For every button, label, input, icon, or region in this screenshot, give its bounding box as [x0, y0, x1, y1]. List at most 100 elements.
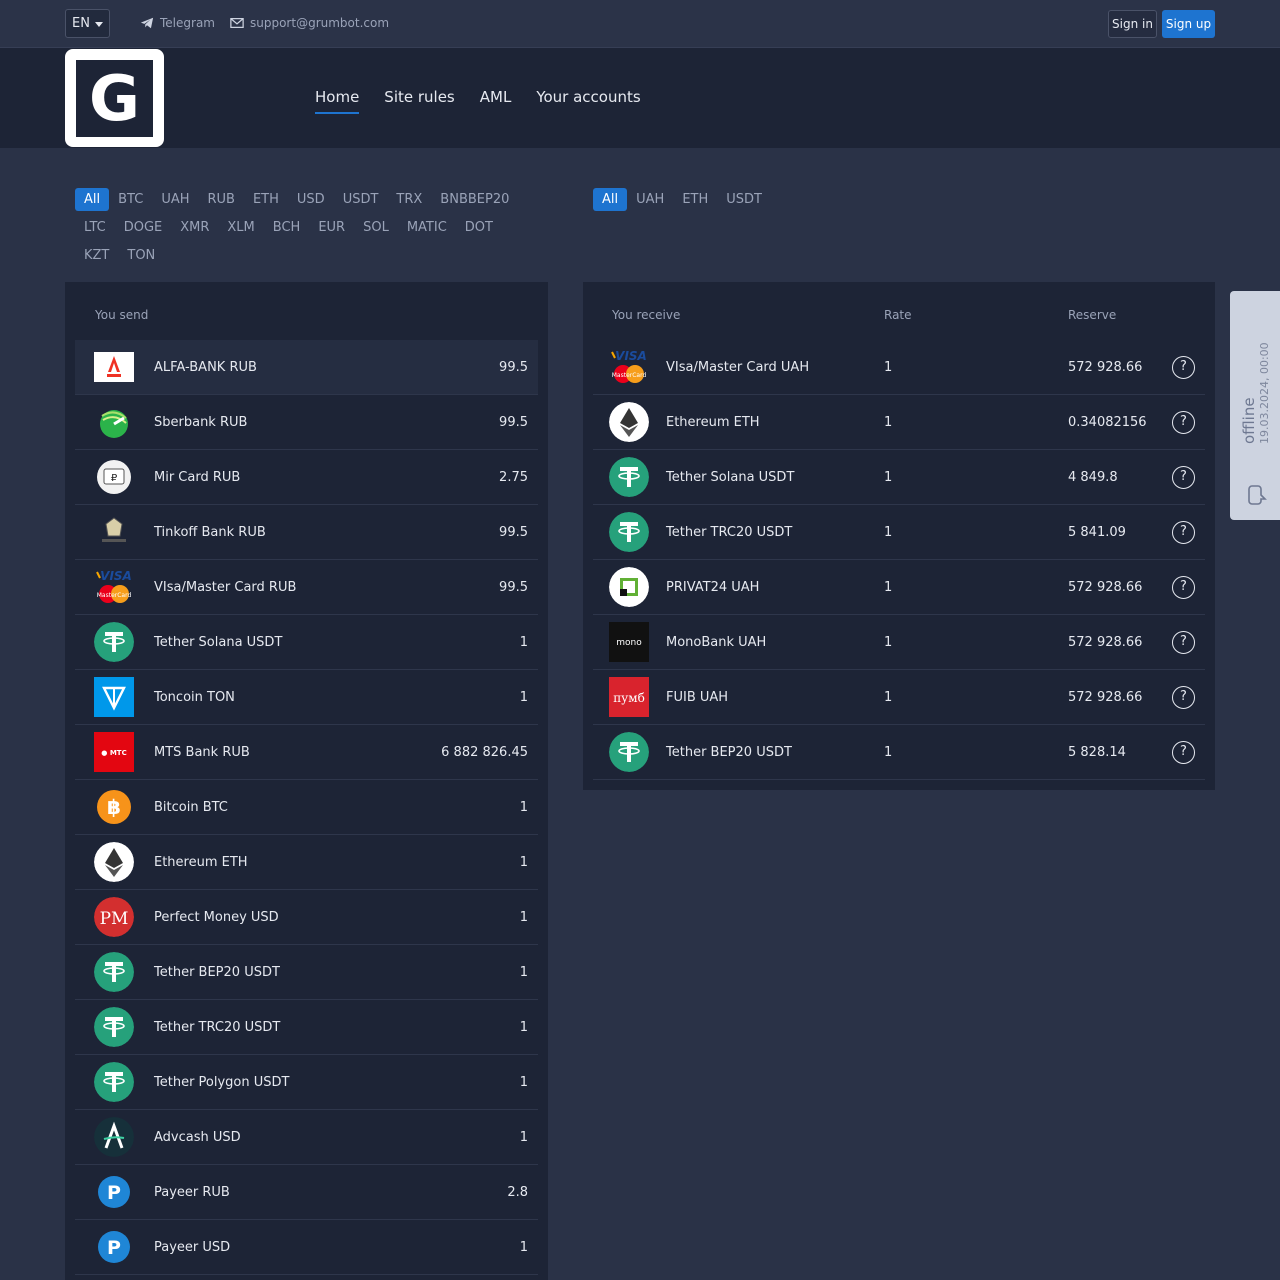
- help-icon[interactable]: ?: [1172, 741, 1195, 764]
- send-row-value: 99.5: [499, 414, 528, 430]
- chevron-down-icon: [95, 22, 103, 27]
- send-filter-uah[interactable]: UAH: [152, 188, 198, 211]
- receive-filter-all[interactable]: All: [593, 188, 628, 211]
- send-filter-all[interactable]: All: [75, 188, 110, 211]
- send-filter-usdt[interactable]: USDT: [334, 188, 388, 211]
- send-row[interactable]: ฿ Bitcoin BTC 1: [75, 780, 538, 835]
- send-row[interactable]: Tether TRC20 USDT 1: [75, 1000, 538, 1055]
- send-row[interactable]: VISA MasterCard VIsa/Master Card RUB 99.5: [75, 560, 538, 615]
- help-icon[interactable]: ?: [1172, 576, 1195, 599]
- send-filter-xmr[interactable]: XMR: [171, 216, 218, 239]
- send-filter-sol[interactable]: SOL: [354, 216, 398, 239]
- sign-up-button[interactable]: Sign up: [1162, 10, 1215, 38]
- receive-row[interactable]: пумб FUIB UAH 1 572 928.66?: [593, 670, 1205, 725]
- nav-home[interactable]: Home: [315, 88, 360, 114]
- send-row[interactable]: P Payeer USD 1: [75, 1220, 538, 1275]
- receive-row-rate: 1: [884, 469, 893, 485]
- help-icon[interactable]: ?: [1172, 466, 1195, 489]
- visa-mastercard-icon: VISA MasterCard: [94, 567, 134, 607]
- send-row[interactable]: Toncoin TON 1: [75, 670, 538, 725]
- receive-row[interactable]: Tether Solana USDT 1 4 849.8?: [593, 450, 1205, 505]
- help-icon[interactable]: ?: [1172, 356, 1195, 379]
- privat24-icon: [609, 567, 649, 607]
- receive-row[interactable]: Tether BEP20 USDT 1 5 828.14?: [593, 725, 1205, 780]
- send-row[interactable]: Ethereum ETH 1: [75, 835, 538, 890]
- send-row[interactable]: ₽ Mir Card RUB 2.75: [75, 450, 538, 505]
- send-filter-doge[interactable]: DOGE: [115, 216, 172, 239]
- svg-text:пумб: пумб: [613, 691, 645, 705]
- send-filter-kzt[interactable]: KZT: [75, 244, 118, 267]
- send-filter-xlm[interactable]: XLM: [218, 216, 263, 239]
- reserve-header: Reserve: [1068, 308, 1117, 322]
- receive-row-rate: 1: [884, 634, 893, 650]
- send-filter-bch[interactable]: BCH: [264, 216, 310, 239]
- receive-row-rate: 1: [884, 414, 893, 430]
- chat-text: offline 19.03.2024, 00:00: [1205, 342, 1280, 444]
- nav-site-rules[interactable]: Site rules: [384, 88, 454, 114]
- send-filter-ton[interactable]: TON: [118, 244, 164, 267]
- receive-row-name: Ethereum ETH: [666, 414, 760, 430]
- send-row[interactable]: ● MTC MTS Bank RUB 6 882 826.45: [75, 725, 538, 780]
- telegram-link[interactable]: Telegram: [140, 16, 215, 30]
- send-row-name: Mir Card RUB: [154, 469, 241, 485]
- send-row[interactable]: PM Perfect Money USD 1: [75, 890, 538, 945]
- send-filter-btc[interactable]: BTC: [109, 188, 152, 211]
- send-filter-trx[interactable]: TRX: [387, 188, 431, 211]
- send-row-value: 99.5: [499, 524, 528, 540]
- receive-row[interactable]: PRIVAT24 UAH 1 572 928.66?: [593, 560, 1205, 615]
- chat-status: offline: [1239, 397, 1258, 444]
- language-select[interactable]: EN: [65, 9, 110, 38]
- send-filter-usd[interactable]: USD: [288, 188, 334, 211]
- receive-row[interactable]: Tether TRC20 USDT 1 5 841.09?: [593, 505, 1205, 560]
- send-row[interactable]: Advcash USD 1: [75, 1110, 538, 1165]
- receive-row-name: Tether TRC20 USDT: [666, 524, 793, 540]
- ethereum-icon: [94, 842, 134, 882]
- svg-text:PM: PM: [100, 909, 129, 929]
- svg-text:MasterCard: MasterCard: [97, 592, 132, 599]
- receive-row[interactable]: Ethereum ETH 1 0.34082156?: [593, 395, 1205, 450]
- receive-row-reserve: 5 828.14: [1068, 744, 1126, 760]
- send-row[interactable]: Tether Polygon USDT 1: [75, 1055, 538, 1110]
- receive-row[interactable]: mono MonoBank UAH 1 572 928.66?: [593, 615, 1205, 670]
- send-filter-bnbbep20[interactable]: BNBBEP20: [431, 188, 518, 211]
- receive-row-name: Tether Solana USDT: [666, 469, 795, 485]
- help-icon[interactable]: ?: [1172, 686, 1195, 709]
- svg-text:mono: mono: [616, 638, 642, 648]
- receive-row-rate: 1: [884, 359, 893, 375]
- nav-your-accounts[interactable]: Your accounts: [536, 88, 640, 114]
- receive-filter-uah[interactable]: UAH: [627, 188, 673, 211]
- send-row-value: 1: [519, 634, 528, 650]
- send-row[interactable]: ALFA-BANK RUB 99.5: [75, 340, 538, 395]
- send-row[interactable]: Tinkoff Bank RUB 99.5: [75, 505, 538, 560]
- receive-header: You receive: [612, 308, 681, 322]
- help-icon[interactable]: ?: [1172, 631, 1195, 654]
- send-row[interactable]: Sberbank RUB 99.5: [75, 395, 538, 450]
- receive-row-reserve: 572 928.66: [1068, 689, 1143, 705]
- send-row[interactable]: P Payeer RUB 2.8: [75, 1165, 538, 1220]
- rate-header: Rate: [884, 308, 912, 322]
- logo-letter: G: [89, 62, 140, 135]
- email-link[interactable]: support@grumbot.com: [230, 16, 389, 30]
- send-filter-dot[interactable]: DOT: [456, 216, 502, 239]
- tether-icon: [94, 1062, 134, 1102]
- sign-in-button[interactable]: Sign in: [1108, 10, 1157, 38]
- nav-aml[interactable]: AML: [480, 88, 512, 114]
- send-filter-matic[interactable]: MATIC: [398, 216, 456, 239]
- send-filter-eur[interactable]: EUR: [309, 216, 354, 239]
- site-logo[interactable]: G: [65, 49, 164, 147]
- receive-row[interactable]: VISA MasterCard VIsa/Master Card UAH 1 572 9…: [593, 340, 1205, 395]
- send-filter-eth[interactable]: ETH: [244, 188, 288, 211]
- chat-widget[interactable]: offline 19.03.2024, 00:00: [1230, 291, 1280, 520]
- logo-inner: G: [76, 60, 153, 137]
- send-row[interactable]: Tether BEP20 USDT 1: [75, 945, 538, 1000]
- receive-filter-eth[interactable]: ETH: [673, 188, 717, 211]
- svg-text:P: P: [107, 1182, 121, 1204]
- help-icon[interactable]: ?: [1172, 411, 1195, 434]
- send-filter-rub[interactable]: RUB: [199, 188, 244, 211]
- receive-filter-usdt[interactable]: USDT: [717, 188, 771, 211]
- send-row-value: 2.75: [499, 469, 528, 485]
- send-row[interactable]: Tether Solana USDT 1: [75, 615, 538, 670]
- send-row-value: 1: [519, 909, 528, 925]
- help-icon[interactable]: ?: [1172, 521, 1195, 544]
- send-filter-ltc[interactable]: LTC: [75, 216, 115, 239]
